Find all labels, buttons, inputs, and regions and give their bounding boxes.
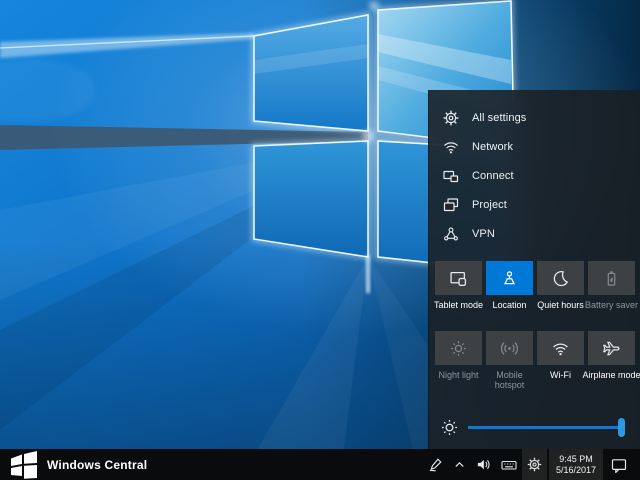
brightness-row: [441, 416, 625, 438]
tile-label: Location: [486, 300, 533, 310]
quick-link-vpn[interactable]: VPN: [429, 219, 640, 248]
tile-night-light[interactable]: Night light: [435, 331, 482, 390]
volume-icon[interactable]: [471, 449, 496, 480]
tablet-mode-icon: [435, 261, 482, 295]
clock-date: 5/16/2017: [556, 465, 596, 476]
quick-links: All settings Network: [429, 90, 640, 248]
quick-link-project[interactable]: Project: [429, 190, 640, 219]
quick-link-label: All settings: [472, 112, 526, 124]
windows-flag-logo: [9, 450, 39, 480]
action-center-panel: All settings Network: [428, 90, 640, 449]
project-screens-icon: [442, 196, 459, 213]
quick-actions-row-2: Night light Mobile hotspot: [429, 331, 640, 390]
desktop: All settings Network: [0, 0, 640, 480]
battery-leaf-icon: [588, 261, 635, 295]
pen-icon[interactable]: [423, 449, 448, 480]
tile-label: Airplane mode: [588, 370, 635, 380]
tile-label: Mobile hotspot: [486, 370, 533, 390]
quick-actions-row-1: Tablet mode Location Q: [429, 261, 640, 310]
sun-icon: [435, 331, 482, 365]
hotspot-icon: [486, 331, 533, 365]
tile-tablet-mode[interactable]: Tablet mode: [435, 261, 482, 310]
tile-label: Tablet mode: [435, 300, 482, 310]
watermark-text: Windows Central: [47, 458, 147, 472]
moon-icon: [537, 261, 584, 295]
chevron-up-icon[interactable]: [448, 449, 471, 480]
quick-link-label: VPN: [472, 228, 495, 240]
quick-link-label: Project: [472, 199, 507, 211]
quick-link-network[interactable]: Network: [429, 132, 640, 161]
clock-time: 9:45 PM: [556, 454, 596, 465]
quick-link-connect[interactable]: Connect: [429, 161, 640, 190]
vpn-nodes-icon: [442, 225, 459, 242]
tile-location[interactable]: Location: [486, 261, 533, 310]
keyboard-icon[interactable]: [496, 449, 522, 480]
tile-quiet-hours[interactable]: Quiet hours: [537, 261, 584, 310]
tile-battery-saver[interactable]: Battery saver: [588, 261, 635, 310]
quick-link-label: Network: [472, 141, 513, 153]
gear-icon[interactable]: [522, 449, 547, 480]
brightness-sun-icon: [441, 419, 458, 436]
taskbar: Windows Central: [0, 449, 640, 480]
brightness-slider[interactable]: [468, 416, 625, 438]
tile-airplane-mode[interactable]: Airplane mode: [588, 331, 635, 390]
windows-central-watermark: Windows Central: [0, 450, 147, 480]
wifi-icon: [537, 331, 584, 365]
connect-screens-icon: [442, 167, 459, 184]
brightness-slider-thumb[interactable]: [618, 418, 625, 437]
brightness-slider-track[interactable]: [468, 426, 625, 429]
location-pin-icon: [486, 261, 533, 295]
system-tray: 9:45 PM 5/16/2017: [423, 449, 640, 480]
tile-wifi[interactable]: Wi-Fi: [537, 331, 584, 390]
tile-label: Wi-Fi: [537, 370, 584, 380]
tile-label: Quiet hours: [537, 300, 584, 310]
quick-link-all-settings[interactable]: All settings: [429, 103, 640, 132]
gear-icon: [442, 109, 459, 126]
airplane-icon: [588, 331, 635, 365]
tile-label: Night light: [435, 370, 482, 380]
action-center-bubble-icon[interactable]: [603, 449, 635, 480]
wifi-icon: [442, 138, 459, 155]
quick-link-label: Connect: [472, 170, 514, 182]
taskbar-clock[interactable]: 9:45 PM 5/16/2017: [549, 449, 603, 480]
tile-mobile-hotspot[interactable]: Mobile hotspot: [486, 331, 533, 390]
tile-label: Battery saver: [588, 300, 635, 310]
